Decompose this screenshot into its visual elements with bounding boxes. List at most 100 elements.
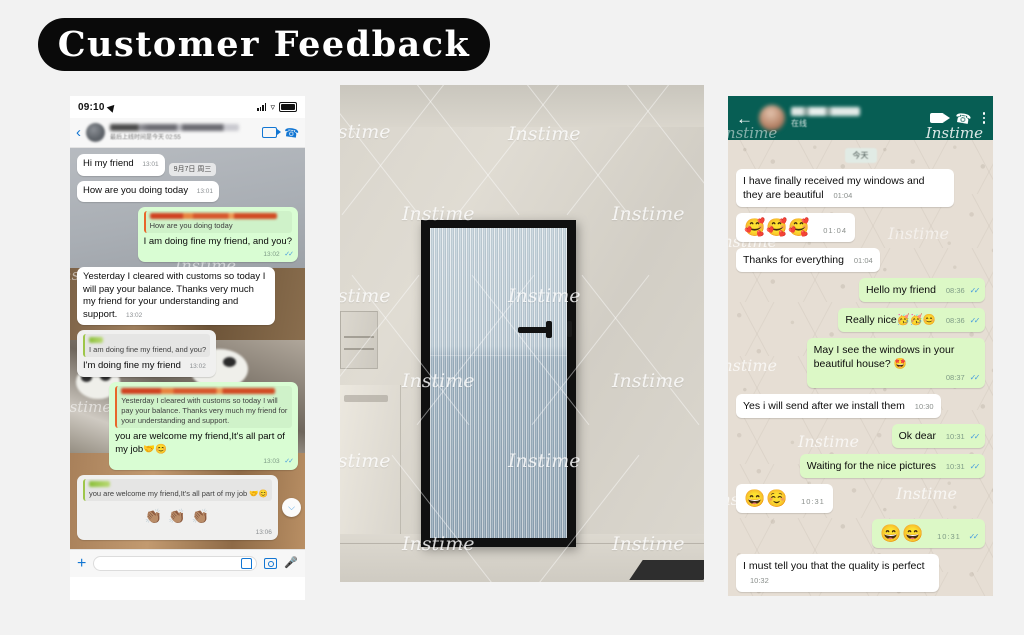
message-bubble-incoming[interactable]: Yes i will send after we install them 10… <box>736 393 941 418</box>
message-emoji: 😄☺️ <box>744 488 789 508</box>
status-right-icons: ▿ <box>257 102 297 112</box>
left-phone-screenshot: 09:10 ▿ ‹ 最后上线时间是今天 02:55 ☎ Instime Inst… <box>70 96 305 600</box>
message-input[interactable] <box>93 556 258 571</box>
camera-icon[interactable] <box>264 558 278 569</box>
message-time: 10:30 <box>914 401 934 411</box>
message-bubble-incoming[interactable]: I must tell you that the quality is perf… <box>736 553 940 592</box>
quoted-message[interactable]: I am doing fine my friend, and you? <box>83 334 211 358</box>
watermark-overlay: Instime Instime Instime Instime Instime … <box>340 85 704 582</box>
sticker-icon[interactable] <box>241 558 253 569</box>
message-text: I am doing fine my friend, and you? <box>143 236 292 248</box>
message-text: Ok dear <box>898 429 936 442</box>
message-time: 13:02 <box>189 363 206 371</box>
message-text: Hello my friend <box>865 284 936 297</box>
quoted-message[interactable]: Yesterday I cleared with customs so toda… <box>115 385 292 428</box>
message-bubble-outgoing[interactable]: Waiting for the nice pictures 10:31 ✓✓ <box>799 453 985 478</box>
message-bubble-incoming[interactable]: How are you doing today 13:01 <box>77 181 220 202</box>
message-bubble-incoming[interactable]: 🥰🥰🥰 01:04 <box>736 213 856 242</box>
message-text: Thanks for everything <box>743 253 844 266</box>
message-text: Yesterday I cleared with customs so toda… <box>83 271 266 320</box>
watermark: Instime <box>340 285 391 307</box>
message-bubble-incoming[interactable]: Yesterday I cleared with customs so toda… <box>77 267 275 326</box>
ios-message-area: Instime Instime Instime Instime Hi my fr… <box>70 148 305 549</box>
watermark: Instime <box>612 203 685 225</box>
message-time: 13:01 <box>196 188 214 195</box>
avatar[interactable] <box>86 123 105 142</box>
read-receipt-icon: ✓✓ <box>968 531 980 541</box>
message-text: you are welcome my friend,It's all part … <box>115 430 285 455</box>
message-bubble-outgoing[interactable]: Yesterday I cleared with customs so toda… <box>109 381 298 470</box>
quoted-message[interactable]: you are welcome my friend,It's all part … <box>83 478 272 502</box>
message-time: 13:01 <box>142 161 159 168</box>
chevron-left-icon[interactable]: ‹ <box>76 125 81 140</box>
message-bubble-outgoing[interactable]: 😄😄 10:31 ✓✓ <box>872 518 985 548</box>
quoted-author-redacted <box>89 336 104 343</box>
message-text: Really nice🥳🥳😊 <box>845 314 936 327</box>
message-text: May I see the windows in your beautiful … <box>813 344 955 371</box>
product-photo-door: Instime Instime Instime Instime Instime … <box>340 85 704 582</box>
page-title-banner: Customer Feedback <box>38 18 490 71</box>
message-time: 01:04 <box>853 255 873 265</box>
message-time: 13:03 <box>263 458 280 466</box>
microphone-icon[interactable]: 🎤 <box>284 558 298 569</box>
scroll-to-bottom-button[interactable]: ⌵ <box>282 498 301 517</box>
quoted-message[interactable]: How are you doing today <box>143 210 292 234</box>
contact-name-block[interactable]: 在线 <box>791 107 924 129</box>
battery-full-icon <box>279 102 297 112</box>
message-row: Hello my friend 08:36 ✓✓ <box>736 278 985 303</box>
watermark: Instime <box>508 450 581 472</box>
watermark: Instime <box>402 203 475 225</box>
message-bubble-incoming[interactable]: 😄☺️ 10:31 <box>736 483 833 513</box>
message-bubble-incoming[interactable]: you are welcome my friend,It's all part … <box>77 474 278 541</box>
message-row: Yes i will send after we install them 10… <box>736 393 985 418</box>
read-receipt-icon: ✓✓ <box>284 250 294 258</box>
overflow-menu-icon[interactable] <box>982 112 985 124</box>
message-bubble-outgoing[interactable]: Ok dear 10:31 ✓✓ <box>891 423 985 448</box>
phone-icon[interactable]: ☎ <box>283 125 300 141</box>
message-time: 08:36 <box>945 316 965 326</box>
message-row: I have finally received my windows and t… <box>736 169 985 208</box>
message-row: 😄😄 10:31 ✓✓ <box>736 518 985 548</box>
message-text: Yes i will send after we install them <box>743 399 905 412</box>
message-bubble-outgoing[interactable]: May I see the windows in your beautiful … <box>806 338 985 388</box>
message-bubble-incoming[interactable]: Hi my friend 13:01 <box>77 154 165 176</box>
message-row: Waiting for the nice pictures 10:31 ✓✓ <box>736 453 985 478</box>
message-time: 10:31 <box>945 431 965 441</box>
watermark: Instime <box>402 370 475 392</box>
online-status-label: 在线 <box>791 119 807 128</box>
message-time: 08:36 <box>945 286 965 296</box>
message-text: How are you doing today <box>83 185 189 196</box>
message-bubble-incoming[interactable]: I have finally received my windows and t… <box>736 169 955 208</box>
watermark: Instime <box>340 121 391 143</box>
android-message-list: 今天 I have finally received my windows an… <box>728 140 993 596</box>
last-seen-label: 最后上线时间是今天 02:55 <box>110 135 181 142</box>
message-row: May I see the windows in your beautiful … <box>736 338 985 388</box>
ios-input-bar: + 🎤 <box>70 549 305 577</box>
video-camera-icon[interactable] <box>262 127 282 138</box>
ios-chat-header: ‹ 最后上线时间是今天 02:55 ☎ <box>70 118 305 148</box>
contact-name-block[interactable]: 最后上线时间是今天 02:55 <box>110 123 257 142</box>
status-clock: 09:10 <box>78 101 105 113</box>
message-time: 13:02 <box>263 250 280 258</box>
read-receipt-icon: ✓✓ <box>284 458 294 466</box>
message-time: 10:32 <box>750 575 769 585</box>
quoted-text: How are you doing today <box>149 221 233 231</box>
message-bubble-outgoing[interactable]: Really nice🥳🥳😊 08:36 ✓✓ <box>838 308 985 333</box>
video-camera-icon[interactable] <box>930 113 951 123</box>
quoted-author-redacted <box>121 388 275 395</box>
message-bubble-incoming[interactable]: Thanks for everything 01:04 <box>736 247 880 273</box>
message-row: 😄☺️ 10:31 <box>736 483 985 513</box>
message-row: How are you doing today 13:01 <box>77 181 298 202</box>
watermark: Instime <box>508 285 581 307</box>
date-divider: 今天 <box>844 148 877 163</box>
message-row: I must tell you that the quality is perf… <box>736 553 985 592</box>
message-bubble-incoming[interactable]: I am doing fine my friend, and you? I'm … <box>77 330 217 377</box>
message-bubble-outgoing[interactable]: How are you doing today I am doing fine … <box>137 206 298 263</box>
message-time: 13:02 <box>125 311 143 319</box>
message-bubble-outgoing[interactable]: Hello my friend 08:36 ✓✓ <box>858 278 985 303</box>
read-receipt-icon: ✓✓ <box>969 373 981 383</box>
message-time: 13:06 <box>255 528 272 536</box>
message-row: Really nice🥳🥳😊 08:36 ✓✓ <box>736 308 985 333</box>
plus-icon[interactable]: + <box>77 555 86 572</box>
watermark: Instime <box>402 533 475 555</box>
